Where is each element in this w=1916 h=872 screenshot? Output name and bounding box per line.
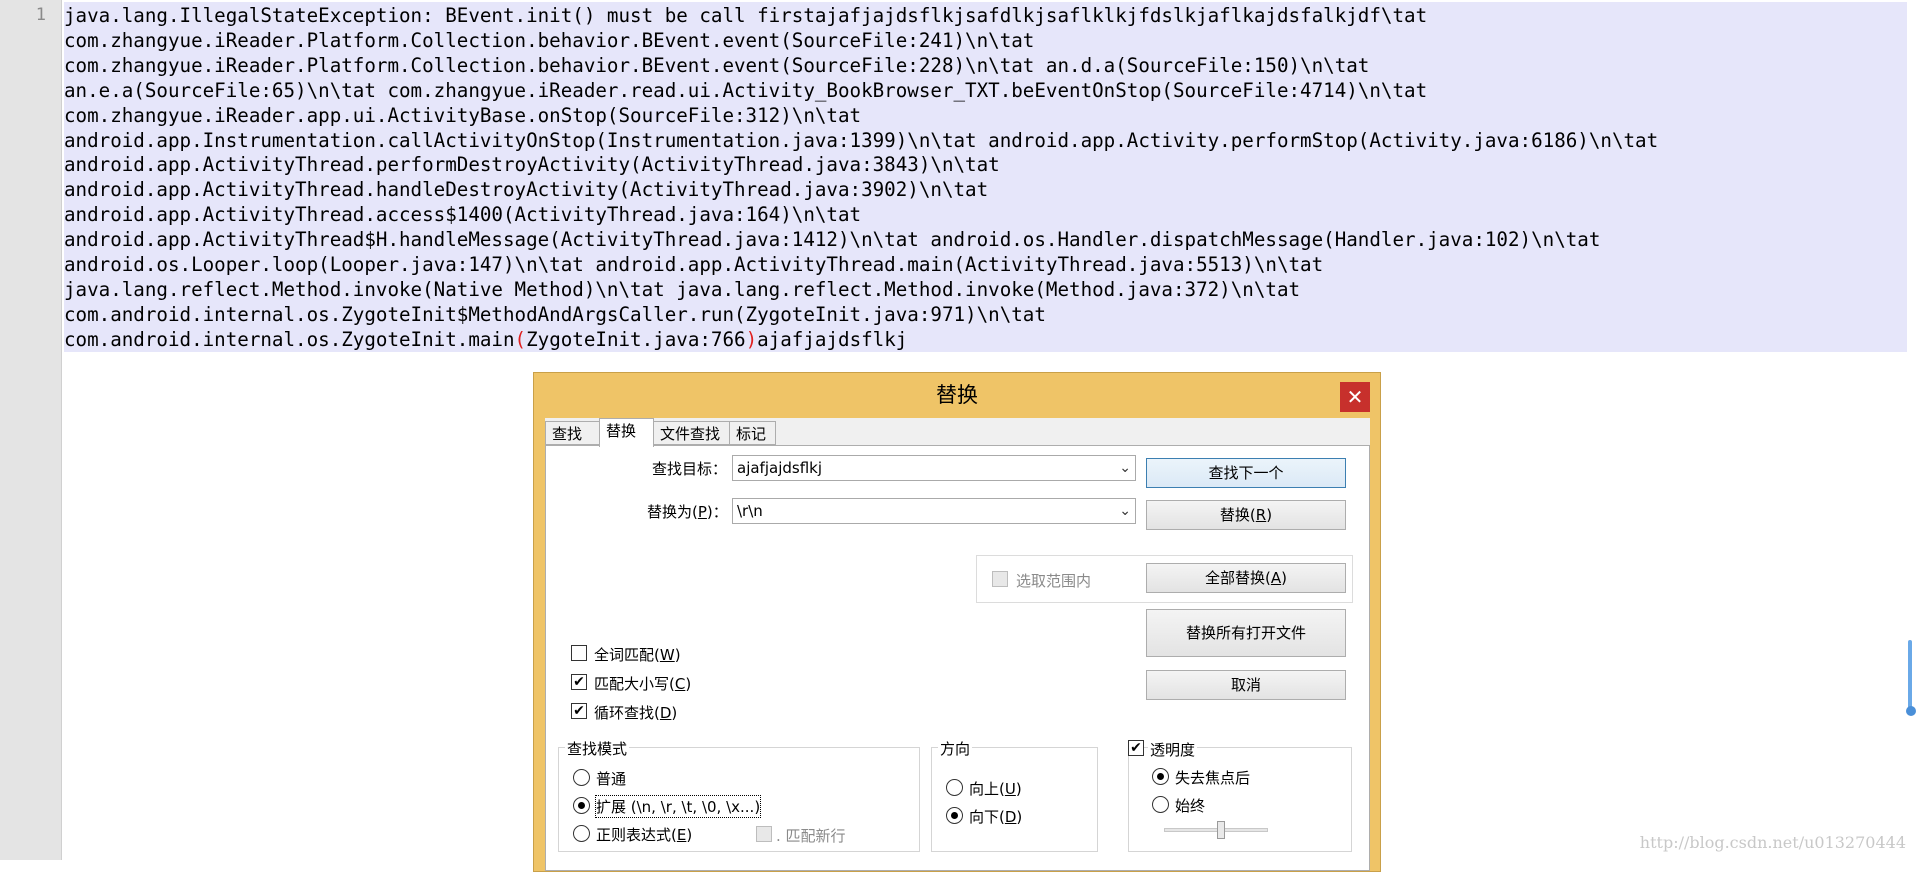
search-mode-extended-radio[interactable]	[573, 797, 590, 814]
tab-replace[interactable]: 替换	[599, 418, 654, 447]
transparency-checkbox[interactable]: ✔	[1128, 740, 1144, 756]
check-icon: ✔	[573, 703, 585, 719]
replace-tab-panel: 查找目标： ajafjajdsflkj ⌄ 替换为(P)： \r\n ⌄ 选取范…	[545, 445, 1370, 871]
code-line: android.app.Instrumentation.callActivity…	[64, 128, 1659, 152]
line-number-gutter: 1	[0, 0, 62, 860]
transparency-always-label: 始终	[1175, 797, 1206, 815]
transparency-lose-focus-label: 失去焦点后	[1175, 769, 1251, 787]
watermark: http://blog.csdn.net/u013270444	[1639, 833, 1906, 852]
direction-down-label: 向下(D)	[969, 808, 1023, 826]
match-whole-word-label: 全词匹配(W)	[594, 646, 681, 664]
code-line: android.os.Looper.loop(Looper.java:147)\…	[64, 253, 1324, 277]
search-mode-extended-label: 扩展 (\n, \r, \t, \0, \x...)	[594, 795, 762, 818]
direction-up-label: 向上(U)	[969, 780, 1022, 798]
replace-with-input[interactable]: \r\n ⌄	[732, 498, 1136, 524]
find-what-label: 查找目标：	[652, 460, 728, 478]
code-line: android.app.ActivityThread$H.handleMessa…	[64, 228, 1601, 252]
code-fragment: ZygoteInit.java:766	[526, 327, 746, 351]
code-line: android.app.ActivityThread.performDestro…	[64, 153, 1000, 177]
transparency-lose-focus-radio[interactable]	[1152, 768, 1169, 785]
replace-button[interactable]: 替换(R)	[1146, 500, 1346, 530]
close-button[interactable]: ✕	[1340, 382, 1370, 412]
transparency-slider-thumb[interactable]	[1217, 821, 1226, 839]
code-text[interactable]: java.lang.IllegalStateException: BEvent.…	[64, 4, 1658, 353]
dialog-client-area: 查找 替换 文件查找 标记 查找目标： ajafjajdsflkj ⌄ 替换为(…	[545, 418, 1370, 871]
code-line: java.lang.IllegalStateException: BEvent.…	[64, 4, 1428, 27]
replace-with-value: \r\n	[737, 502, 763, 520]
match-newline-checkbox[interactable]	[756, 826, 772, 842]
match-case-checkbox[interactable]: ✔	[571, 674, 587, 690]
find-what-input[interactable]: ajafjajdsflkj ⌄	[732, 455, 1136, 481]
check-icon: ✔	[573, 674, 585, 690]
search-mode-title: 查找模式	[565, 738, 630, 759]
tab-find-in-files[interactable]: 文件查找	[653, 421, 730, 445]
tab-find[interactable]: 查找	[545, 421, 600, 445]
close-icon: ✕	[1346, 385, 1364, 409]
direction-down-radio[interactable]	[946, 807, 963, 824]
chevron-down-icon[interactable]: ⌄	[1119, 499, 1131, 523]
direction-up-radio[interactable]	[946, 779, 963, 796]
line-number: 1	[35, 5, 46, 25]
tab-mark[interactable]: 标记	[729, 421, 776, 445]
code-line-last: com.android.internal.os.ZygoteInit.main(…	[64, 328, 907, 351]
wrap-around-checkbox[interactable]: ✔	[571, 703, 587, 719]
in-selection-label: 选取范围内	[1016, 572, 1092, 590]
code-line: com.zhangyue.iReader.Platform.Collection…	[64, 28, 1035, 52]
search-mode-regex-label: 正则表达式(E)	[596, 826, 693, 844]
code-fragment: com.android.internal.os.ZygoteInit.main	[64, 327, 515, 351]
code-line: android.app.ActivityThread.handleDestroy…	[64, 178, 989, 202]
code-line: an.e.a(SourceFile:65)\n\tat com.zhangyue…	[64, 78, 1428, 102]
vertical-scrollbar[interactable]	[1907, 0, 1916, 860]
direction-title: 方向	[938, 738, 973, 759]
wrap-around-label: 循环查找(D)	[594, 704, 678, 722]
replace-all-button[interactable]: 全部替换(A)	[1146, 563, 1346, 593]
code-line: java.lang.reflect.Method.invoke(Native M…	[64, 277, 1301, 301]
search-mode-normal-label: 普通	[596, 770, 627, 788]
replace-with-label: 替换为(P)：	[647, 503, 728, 521]
find-what-value: ajafjajdsflkj	[737, 459, 822, 477]
match-whole-word-checkbox[interactable]	[571, 645, 587, 661]
brace-highlight-close: )	[745, 327, 758, 351]
code-fragment: ajafjajdsflkj	[757, 327, 908, 351]
chevron-down-icon[interactable]: ⌄	[1119, 456, 1131, 480]
code-line: com.android.internal.os.ZygoteInit$Metho…	[64, 302, 1046, 326]
match-newline-label: . 匹配新行	[776, 827, 846, 845]
match-case-label: 匹配大小写(C)	[594, 675, 692, 693]
direction-group: 方向	[931, 738, 1098, 852]
check-icon: ✔	[1130, 740, 1142, 756]
search-mode-regex-radio[interactable]	[573, 825, 590, 842]
code-line: android.app.ActivityThread.access$1400(A…	[64, 203, 862, 227]
code-line: com.zhangyue.iReader.Platform.Collection…	[64, 53, 1370, 77]
replace-dialog: 替换 ✕ 查找 替换 文件查找 标记 查找目标： ajafjajdsflkj ⌄…	[533, 372, 1381, 872]
dialog-title: 替换	[936, 383, 978, 407]
search-mode-normal-radio[interactable]	[573, 769, 590, 786]
brace-highlight-open: (	[514, 327, 527, 351]
replace-all-open-docs-button[interactable]: 替换所有打开文件	[1146, 609, 1346, 657]
in-selection-checkbox[interactable]	[992, 571, 1008, 587]
thermometer-icon[interactable]	[1906, 640, 1916, 720]
transparency-slider-track[interactable]	[1164, 828, 1268, 832]
cancel-button[interactable]: 取消	[1146, 670, 1346, 700]
code-line: com.zhangyue.iReader.app.ui.ActivityBase…	[64, 103, 862, 127]
find-next-button[interactable]: 查找下一个	[1146, 458, 1346, 488]
transparency-always-radio[interactable]	[1152, 796, 1169, 813]
transparency-label: 透明度	[1148, 739, 1198, 760]
